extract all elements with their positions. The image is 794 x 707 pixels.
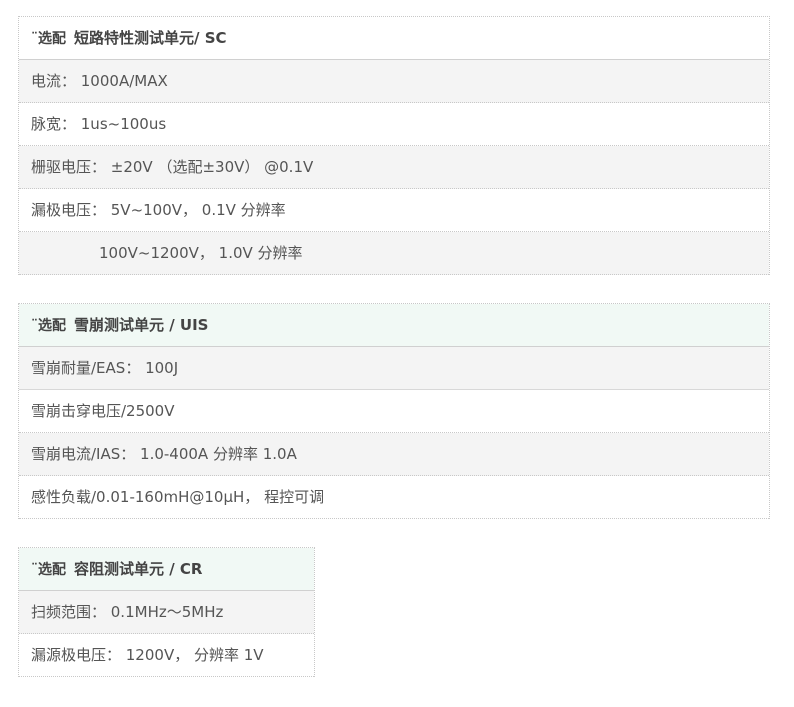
uis-row-ias: 雪崩电流/IAS： 1.0-400A 分辨率 1.0A bbox=[19, 433, 769, 476]
uis-spec-table: ¨选配 雪崩测试单元 / UIS 雪崩耐量/EAS： 100J 雪崩击穿电压/25… bbox=[18, 303, 770, 519]
cr-row-drain-source-voltage: 漏源极电压： 1200V， 分辨率 1V bbox=[19, 634, 314, 677]
sc-row-drain-voltage: 漏极电压： 5V~100V， 0.1V 分辨率 bbox=[19, 189, 769, 232]
sc-row-drain-voltage-high: 100V~1200V， 1.0V 分辨率 bbox=[19, 232, 769, 275]
uis-row-inductive-load: 感性负载/0.01-160mH@10μH， 程控可调 bbox=[19, 476, 769, 519]
sc-spec-table: ¨选配 短路特性测试单元/ SC 电流： 1000A/MAX 脉宽： 1us~10… bbox=[18, 16, 770, 275]
cr-row-sweep-range: 扫频范围： 0.1MHz～5MHz bbox=[19, 591, 314, 634]
cr-table-title: 容阻测试单元 / CR bbox=[74, 560, 203, 578]
sc-row-current: 电流： 1000A/MAX bbox=[19, 60, 769, 103]
uis-option-label: ¨选配 bbox=[31, 318, 66, 334]
cr-spec-table: ¨选配 容阻测试单元 / CR 扫频范围： 0.1MHz～5MHz 漏源极电压： … bbox=[18, 547, 315, 677]
sc-table-header: ¨选配 短路特性测试单元/ SC bbox=[19, 17, 769, 60]
uis-table-title: 雪崩测试单元 / UIS bbox=[74, 316, 209, 334]
uis-row-eas: 雪崩耐量/EAS： 100J bbox=[19, 347, 769, 390]
sc-row-gate-voltage: 栅驱电压： ±20V （选配±30V） @0.1V bbox=[19, 146, 769, 189]
cr-option-label: ¨选配 bbox=[31, 562, 66, 578]
cr-table-header: ¨选配 容阻测试单元 / CR bbox=[19, 548, 314, 591]
sc-table-title: 短路特性测试单元/ SC bbox=[74, 29, 227, 47]
uis-table-header: ¨选配 雪崩测试单元 / UIS bbox=[19, 304, 769, 347]
sc-row-pulse-width: 脉宽： 1us~100us bbox=[19, 103, 769, 146]
sc-option-label: ¨选配 bbox=[31, 31, 66, 47]
uis-row-breakdown-voltage: 雪崩击穿电压/2500V bbox=[19, 390, 769, 433]
